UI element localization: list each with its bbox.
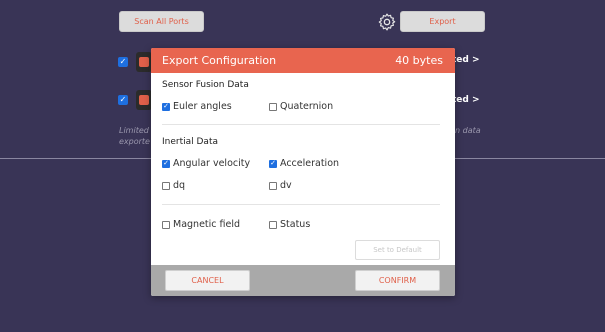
dialog-header: Export Configuration 40 bytes — [151, 48, 455, 73]
device-row-1: ✓ — [118, 52, 152, 72]
status-option[interactable]: Status — [269, 219, 310, 230]
device-status-2[interactable]: ted > — [452, 95, 480, 105]
quaternion-checkbox[interactable] — [269, 102, 277, 111]
set-to-default-button[interactable]: Set to Default — [355, 240, 440, 260]
section-divider — [162, 204, 440, 205]
option-label: Status — [280, 219, 311, 230]
note-text-left-2: exporte — [119, 137, 150, 146]
option-label: Angular velocity — [173, 158, 251, 169]
cancel-button[interactable]: CANCEL — [165, 270, 250, 291]
section-divider — [162, 124, 440, 125]
device-checkbox-1[interactable]: ✓ — [118, 57, 128, 67]
device-checkbox-2[interactable]: ✓ — [118, 95, 128, 105]
device-status-1[interactable]: ted > — [452, 55, 480, 65]
quaternion-option[interactable]: Quaternion — [269, 101, 333, 112]
export-button[interactable]: Export — [400, 11, 485, 32]
euler-angles-checkbox[interactable]: ✓ — [162, 102, 170, 111]
option-label: Magnetic field — [173, 219, 241, 230]
scan-all-ports-button[interactable]: Scan All Ports — [119, 11, 204, 32]
acceleration-option[interactable]: ✓ Acceleration — [269, 158, 339, 169]
payload-size: 40 bytes — [395, 54, 443, 67]
option-label: dv — [280, 180, 292, 191]
dialog-footer: CANCEL CONFIRM — [151, 265, 455, 296]
dq-option[interactable]: dq — [162, 180, 185, 191]
device-icon — [136, 52, 152, 72]
option-label: Acceleration — [280, 158, 340, 169]
confirm-button[interactable]: CONFIRM — [355, 270, 440, 291]
option-label: Quaternion — [280, 101, 334, 112]
dv-option[interactable]: dv — [269, 180, 292, 191]
angular-velocity-option[interactable]: ✓ Angular velocity — [162, 158, 250, 169]
magnetic-field-checkbox[interactable] — [162, 220, 170, 229]
angular-velocity-checkbox[interactable]: ✓ — [162, 159, 170, 168]
euler-angles-option[interactable]: ✓ Euler angles — [162, 101, 232, 112]
option-label: dq — [173, 180, 186, 191]
dq-checkbox[interactable] — [162, 181, 170, 190]
dv-checkbox[interactable] — [269, 181, 277, 190]
status-checkbox[interactable] — [269, 220, 277, 229]
gear-icon[interactable] — [377, 12, 397, 32]
export-configuration-dialog: Export Configuration 40 bytes Sensor Fus… — [151, 48, 455, 296]
sensor-fusion-heading: Sensor Fusion Data — [162, 80, 249, 90]
magnetic-field-option[interactable]: Magnetic field — [162, 219, 240, 230]
dialog-title: Export Configuration — [162, 54, 277, 67]
device-row-2: ✓ — [118, 90, 152, 110]
acceleration-checkbox[interactable]: ✓ — [269, 159, 277, 168]
device-icon — [136, 90, 152, 110]
note-text-right: n data — [455, 126, 481, 135]
inertial-heading: Inertial Data — [162, 137, 218, 147]
option-label: Euler angles — [173, 101, 232, 112]
